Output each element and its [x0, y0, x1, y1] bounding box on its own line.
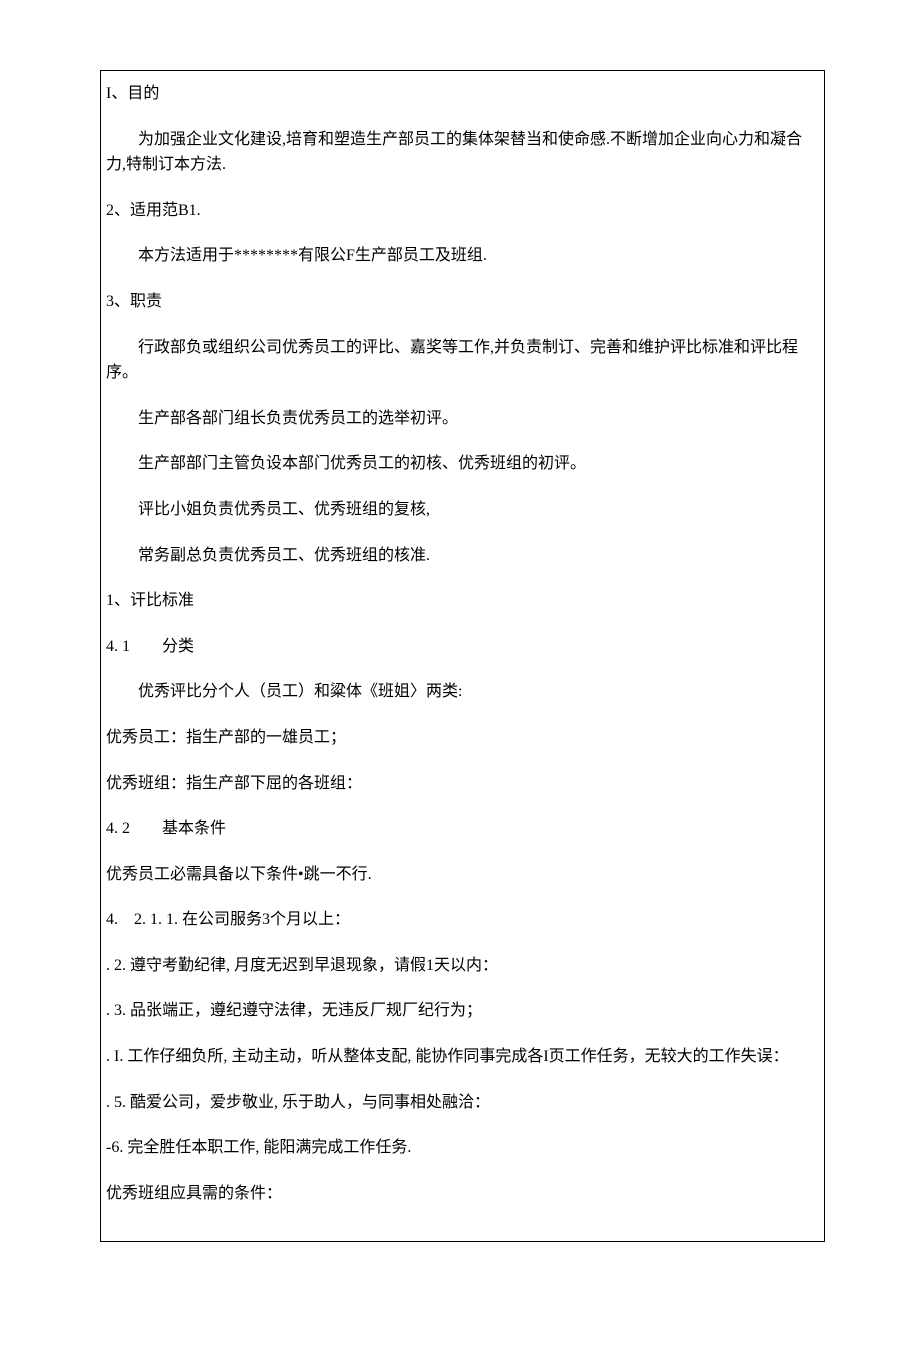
- section-4-2-item-5: . 5. 酷爱公司，爱步敬业, 乐于助人，与同事相处融洽：: [106, 1090, 819, 1116]
- section-4-1-heading: 4. 1 分类: [106, 634, 819, 660]
- section-4-heading: 1、讦比标准: [106, 588, 819, 614]
- section-3-paragraph-1: 行政部负或组织公司优秀员工的评比、嘉奖等工作,并负责制订、完善和维护评比标准和评…: [106, 335, 819, 386]
- section-1-paragraph: 为加强企业文化建设,培育和塑造生产部员工的集体架替当和使命感.不断增加企业向心力…: [106, 127, 819, 178]
- section-3-heading: 3、职责: [106, 289, 819, 315]
- section-4-1-paragraph-2: 优秀员工：指生产部的一雄员工；: [106, 725, 819, 751]
- section-4-2-item-3: . 3. 品张端正，遵纪遵守法律，无违反厂规厂纪行为；: [106, 998, 819, 1024]
- section-4-2-heading: 4. 2 基本条件: [106, 816, 819, 842]
- section-4-1-paragraph-3: 优秀班组：指生产部下屈的各班组：: [106, 771, 819, 797]
- section-4-2-paragraph-1: 优秀员工必需具备以下条件•跳一不行.: [106, 862, 819, 888]
- section-4-1-paragraph-1: 优秀评比分个人（员工）和粱体《班姐〉两类:: [106, 679, 819, 705]
- section-4-2-paragraph-2: 优秀班组应具需的条件：: [106, 1181, 819, 1207]
- document-border: I、目的 为加强企业文化建设,培育和塑造生产部员工的集体架替当和使命感.不断增加…: [100, 70, 825, 1242]
- section-2-paragraph: 本方法适用于********有限公F生产部员工及班组.: [106, 243, 819, 269]
- section-4-2-item-6: -6. 完全胜任本职工作, 能阳满完成工作任务.: [106, 1135, 819, 1161]
- section-1-heading: I、目的: [106, 81, 819, 107]
- section-3-paragraph-5: 常务副总负责优秀员工、优秀班组的核准.: [106, 543, 819, 569]
- section-3-paragraph-2: 生产部各部门组长负责优秀员工的选举初评。: [106, 406, 819, 432]
- section-4-2-item-2: . 2. 遵守考勤纪律, 月度无迟到早退现象，请假1天以内：: [106, 953, 819, 979]
- section-3-paragraph-4: 评比小姐负责优秀员工、优秀班组的复核,: [106, 497, 819, 523]
- section-2-heading: 2、适用范B1.: [106, 198, 819, 224]
- section-4-2-item-4: . I. 工作仔细负所, 主动主动，听从整体支配, 能协作同事完成各I页工作任务…: [106, 1044, 819, 1070]
- section-4-2-item-1: 4. 2. 1. 1. 在公司服务3个月以上：: [106, 907, 819, 933]
- section-3-paragraph-3: 生产部部门主管负设本部门优秀员工的初核、优秀班组的初评。: [106, 451, 819, 477]
